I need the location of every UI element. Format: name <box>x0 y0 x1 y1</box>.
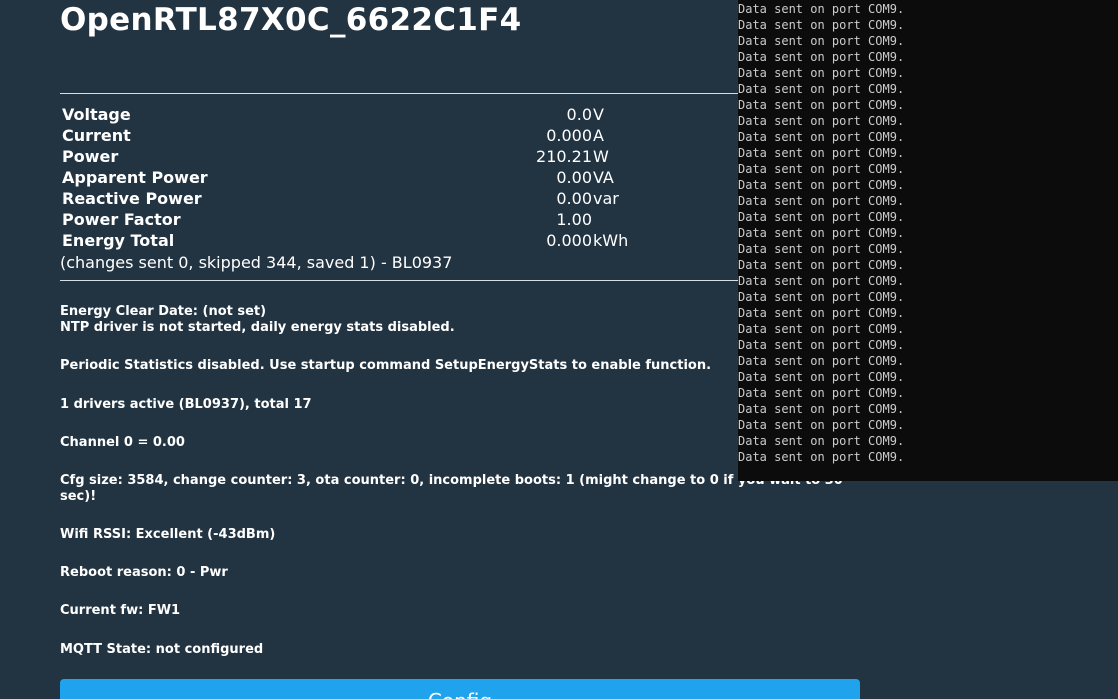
console-line: Data sent on port COM9. <box>738 322 905 336</box>
wifi-rssi-status: Wifi RSSI: Excellent (-43dBm) <box>60 527 276 542</box>
measurement-value: 0.000 <box>546 231 592 250</box>
console-line: Data sent on port COM9. <box>738 2 905 16</box>
measurement-value: 0.00 <box>556 168 592 187</box>
console-line: Data sent on port COM9. <box>738 50 905 64</box>
console-line: Data sent on port COM9. <box>738 66 905 80</box>
console-line: Data sent on port COM9. <box>738 434 905 448</box>
console-line: Data sent on port COM9. <box>738 450 905 464</box>
console-output: Data sent on port COM9. Data sent on port… <box>738 1 904 465</box>
measurement-label: Power <box>62 147 119 166</box>
console-line: Data sent on port COM9. <box>738 306 905 320</box>
measurement-unit: W <box>593 147 609 166</box>
console-line: Data sent on port COM9. <box>738 242 905 256</box>
console-line: Data sent on port COM9. <box>738 290 905 304</box>
console-line: Data sent on port COM9. <box>738 34 905 48</box>
console-line: Data sent on port COM9. <box>738 130 905 144</box>
measurement-summary: (changes sent 0, skipped 344, saved 1) -… <box>60 253 453 272</box>
measurement-unit: var <box>593 189 619 208</box>
console-line: Data sent on port COM9. <box>738 114 905 128</box>
measurement-label: Current <box>62 126 131 145</box>
console-line: Data sent on port COM9. <box>738 226 905 240</box>
console-line: Data sent on port COM9. <box>738 418 905 432</box>
console-line: Data sent on port COM9. <box>738 370 905 384</box>
mqtt-state: MQTT State: not configured <box>60 642 264 657</box>
measurement-label: Reactive Power <box>62 189 202 208</box>
measurement-value: 1.00 <box>556 210 592 229</box>
measurement-value: 0.0 <box>566 105 592 124</box>
measurement-unit: kWh <box>593 231 629 250</box>
measurement-value: 0.00 <box>556 189 592 208</box>
console-line: Data sent on port COM9. <box>738 210 905 224</box>
console-line: Data sent on port COM9. <box>738 162 905 176</box>
device-status-page: OpenRTL87X0C_6622C1F4 Voltage 0.0 V Curr… <box>0 0 1118 699</box>
measurement-unit: VA <box>593 168 614 187</box>
measurement-unit: A <box>593 126 604 145</box>
config-button[interactable]: Config <box>60 679 860 699</box>
console-line: Data sent on port COM9. <box>738 82 905 96</box>
console-line: Data sent on port COM9. <box>738 178 905 192</box>
reboot-reason: Reboot reason: 0 - Pwr <box>60 565 228 580</box>
measurement-label: Power Factor <box>62 210 181 229</box>
console-line: Data sent on port COM9. <box>738 354 905 368</box>
console-line: Data sent on port COM9. <box>738 402 905 416</box>
serial-console-window: Data sent on port COM9. Data sent on port… <box>738 0 1118 481</box>
console-line: Data sent on port COM9. <box>738 386 905 400</box>
measurement-value: 210.21 <box>536 147 592 166</box>
console-line: Data sent on port COM9. <box>738 338 905 352</box>
console-line: Data sent on port COM9. <box>738 258 905 272</box>
console-line: Data sent on port COM9. <box>738 98 905 112</box>
measurement-value: 0.000 <box>546 126 592 145</box>
measurement-label: Voltage <box>62 105 131 124</box>
measurement-label: Energy Total <box>62 231 175 250</box>
measurement-unit: V <box>593 105 604 124</box>
firmware-version: Current fw: FW1 <box>60 603 181 618</box>
console-line: Data sent on port COM9. <box>738 18 905 32</box>
page-title: OpenRTL87X0C_6622C1F4 <box>60 2 522 38</box>
console-line: Data sent on port COM9. <box>738 194 905 208</box>
console-line: Data sent on port COM9. <box>738 274 905 288</box>
measurement-label: Apparent Power <box>62 168 208 187</box>
console-line: Data sent on port COM9. <box>738 146 905 160</box>
